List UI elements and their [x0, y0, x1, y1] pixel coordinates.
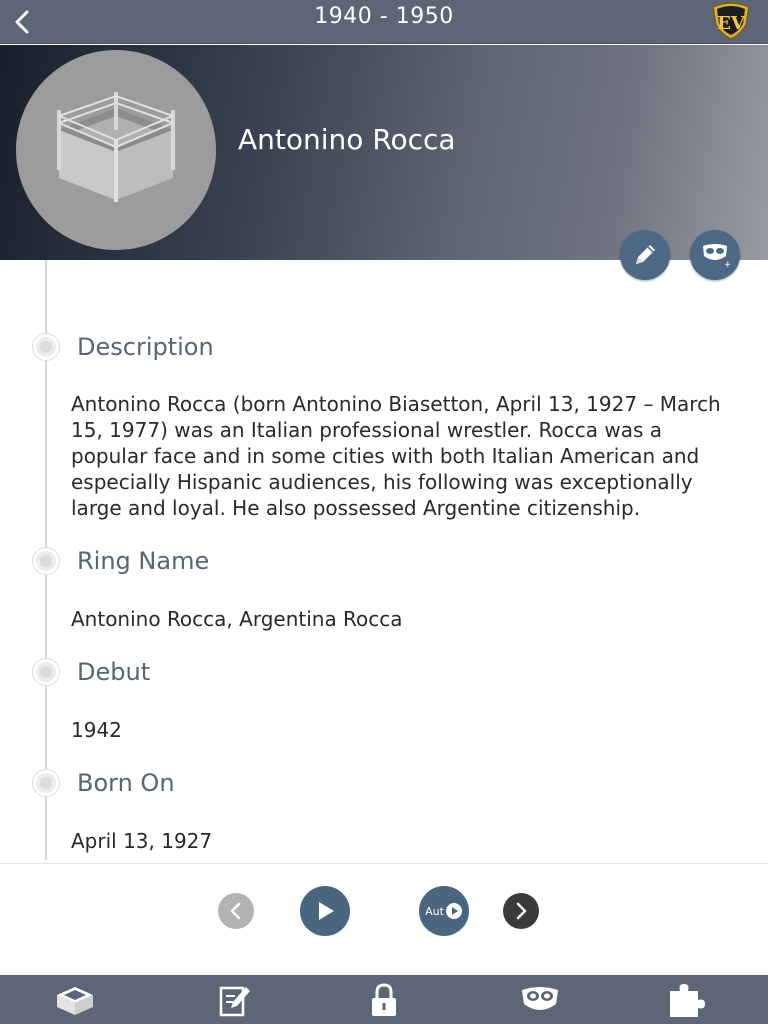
field-label-description: Description	[77, 333, 214, 361]
playback-controls: Aut	[0, 863, 768, 975]
timeline-dot	[33, 334, 59, 360]
field-value-description: Antonino Rocca (born Antonino Biasetton,…	[71, 392, 721, 520]
timeline-dot	[33, 659, 59, 685]
ev-logo-icon[interactable]: EV	[710, 1, 752, 41]
svg-text:EV: EV	[717, 13, 746, 34]
lock-icon	[372, 983, 396, 1016]
timeline-dot	[33, 770, 59, 796]
tab-ring[interactable]	[53, 979, 97, 1021]
chevron-left-icon	[230, 902, 241, 920]
wrestling-ring-icon	[57, 92, 175, 202]
play-icon	[319, 902, 334, 920]
wrestling-ring-icon	[57, 987, 93, 1015]
tab-notes[interactable]	[213, 979, 257, 1021]
field-label-debut: Debut	[77, 658, 151, 686]
tab-mask[interactable]	[518, 979, 562, 1021]
mask-icon	[522, 987, 558, 1010]
avatar	[16, 50, 216, 250]
profile-header: Antonino Rocca +	[0, 45, 768, 280]
page-title: 1940 - 1950	[314, 4, 454, 29]
top-nav-bar: 1940 - 1950 EV	[0, 0, 768, 44]
tab-puzzle[interactable]	[664, 979, 708, 1021]
tab-lock[interactable]	[362, 979, 406, 1021]
timeline-dot	[33, 548, 59, 574]
autoplay-icon	[445, 903, 462, 919]
autoplay-button[interactable]: Aut	[419, 886, 469, 936]
puzzle-icon	[670, 984, 705, 1017]
field-label-born-on: Born On	[77, 769, 175, 797]
chevron-right-icon	[516, 902, 527, 920]
wrestler-name: Antonino Rocca	[238, 123, 456, 156]
autoplay-label: Aut	[425, 904, 444, 918]
note-edit-icon	[219, 986, 250, 1017]
field-value-debut: 1942	[71, 718, 122, 742]
detail-list[interactable]: Description Antonino Rocca (born Antonin…	[0, 260, 768, 860]
field-value-born-on: April 13, 1927	[71, 829, 213, 853]
next-button[interactable]	[503, 893, 539, 929]
field-label-ring-name: Ring Name	[77, 547, 210, 575]
bottom-tab-bar	[0, 975, 768, 1024]
play-button[interactable]	[300, 886, 350, 936]
previous-button[interactable]	[218, 893, 254, 929]
field-value-ring-name: Antonino Rocca, Argentina Rocca	[71, 607, 403, 631]
